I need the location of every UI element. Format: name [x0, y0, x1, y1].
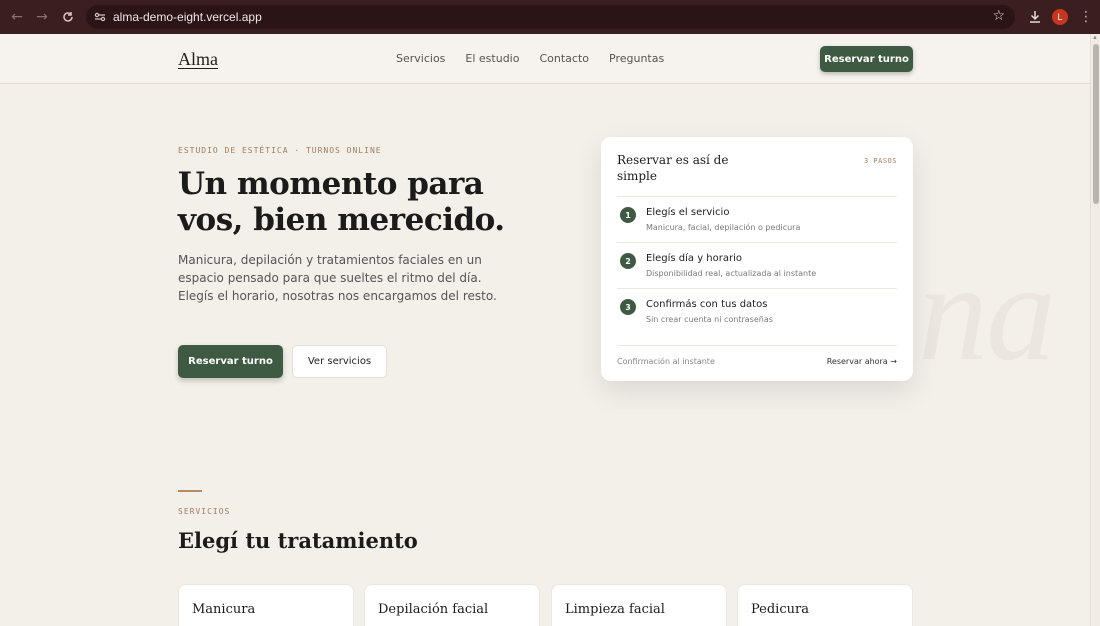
step-item: 3 Confirmás con tus datos Sin crear cuen… — [617, 288, 897, 334]
view-services-button[interactable]: Ver servicios — [292, 345, 387, 378]
web-page: Alma Servicios El estudio Contacto Pregu… — [0, 34, 1090, 626]
address-bar[interactable]: alma-demo-eight.vercel.app ☆ — [86, 5, 1015, 29]
step-item: 2 Elegís día y horario Disponibilidad re… — [617, 242, 897, 288]
download-icon[interactable] — [1024, 6, 1046, 28]
service-card-depilacion-facial[interactable]: Depilación facial — [364, 584, 540, 626]
forward-arrow-icon[interactable]: → — [31, 6, 53, 28]
service-card-manicura[interactable]: Manicura — [178, 584, 354, 626]
step-subtitle: Sin crear cuenta ni contraseñas — [646, 315, 773, 324]
site-info-icon[interactable] — [92, 9, 108, 25]
reload-icon[interactable] — [57, 6, 79, 28]
service-card-pedicura[interactable]: Pedicura — [737, 584, 913, 626]
scroll-up-arrow-icon[interactable]: ▲ — [1092, 35, 1098, 41]
site-header: Alma Servicios El estudio Contacto Pregu… — [0, 34, 1090, 84]
main-nav: Servicios El estudio Contacto Preguntas — [396, 52, 664, 65]
step-number-badge: 3 — [620, 299, 636, 315]
more-menu-icon[interactable]: ⋮ — [1075, 6, 1097, 28]
nav-link-contacto[interactable]: Contacto — [539, 52, 589, 65]
step-title: Confirmás con tus datos — [646, 299, 768, 310]
nav-link-servicios[interactable]: Servicios — [396, 52, 445, 65]
section-divider — [178, 490, 202, 492]
step-number-badge: 2 — [620, 253, 636, 269]
decorative-watermark: na — [918, 235, 1056, 390]
profile-avatar[interactable]: L — [1052, 9, 1068, 25]
site-logo[interactable]: Alma — [178, 49, 218, 70]
step-subtitle: Manicura, facial, depilación o pedicura — [646, 223, 801, 232]
step-title: Elegís día y horario — [646, 253, 742, 264]
nav-link-el-estudio[interactable]: El estudio — [465, 52, 519, 65]
scrollbar-thumb[interactable] — [1093, 44, 1099, 204]
booking-steps-card: Reservar es así de simple 3 PASOS 1 Eleg… — [601, 137, 913, 381]
page-scrollbar[interactable]: ▲ — [1090, 34, 1100, 626]
hero-eyebrow: ESTUDIO DE ESTÉTICA · TURNOS ONLINE — [178, 146, 382, 155]
steps-count-label: 3 PASOS — [863, 157, 897, 165]
header-book-button[interactable]: Reservar turno — [820, 46, 913, 72]
hero-title: Un momento para vos, bien merecido. — [178, 166, 505, 238]
step-number-badge: 1 — [620, 207, 636, 223]
card-footer: Confirmación al instante Reservar ahora … — [617, 345, 897, 366]
back-arrow-icon[interactable]: ← — [6, 6, 28, 28]
step-subtitle: Disponibilidad real, actualizada al inst… — [646, 269, 817, 278]
service-name: Pedicura — [751, 602, 809, 617]
nav-link-preguntas[interactable]: Preguntas — [609, 52, 664, 65]
services-title: Elegí tu tratamiento — [178, 528, 418, 553]
bookmark-star-icon[interactable]: ☆ — [992, 8, 1005, 24]
browser-toolbar: ← → alma-demo-eight.vercel.app ☆ L ⋮ — [0, 0, 1100, 34]
confirmation-note: Confirmación al instante — [617, 357, 715, 366]
card-title: Reservar es así de simple — [617, 153, 729, 183]
step-item: 1 Elegís el servicio Manicura, facial, d… — [617, 196, 897, 242]
service-card-limpieza-facial[interactable]: Limpieza facial — [551, 584, 727, 626]
step-title: Elegís el servicio — [646, 207, 730, 218]
service-name: Depilación facial — [378, 602, 489, 617]
book-now-link[interactable]: Reservar ahora → — [827, 357, 897, 366]
hero-book-button[interactable]: Reservar turno — [178, 345, 283, 378]
services-eyebrow: SERVICIOS — [178, 507, 231, 516]
service-name: Limpieza facial — [565, 602, 665, 617]
url-text: alma-demo-eight.vercel.app — [113, 10, 262, 24]
hero-description: Manicura, depilación y tratamientos faci… — [178, 253, 497, 303]
service-name: Manicura — [192, 602, 256, 617]
